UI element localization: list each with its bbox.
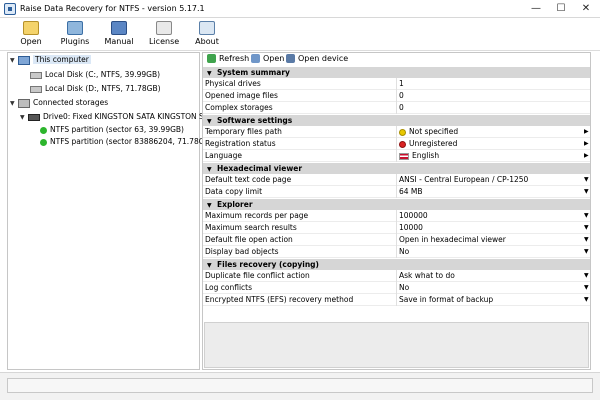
manual-button[interactable]: Manual [104,21,134,49]
property-row[interactable]: Encrypted NTFS (EFS) recovery method Save… [203,294,590,306]
open-icon [23,21,39,35]
title-bar: Raise Data Recovery for NTFS - version 5… [0,0,600,18]
section-explorer[interactable]: ▼ Explorer [203,199,590,210]
app-icon [4,3,16,15]
disk-icon [30,85,42,93]
error-status-icon [399,140,406,148]
property-row[interactable]: Temporary files path Not specified ▶ [203,126,590,138]
device-icon [286,54,295,63]
properties-panel: Refresh Open Open device ▼ System summary… [202,52,591,370]
section-software-settings[interactable]: ▼ Software settings [203,115,590,126]
chevron-right-icon[interactable]: ▶ [584,126,589,138]
tree-node-drive0[interactable]: ▼ Drive0: Fixed KINGSTON SATA KINGSTON SV… [20,112,233,123]
warning-status-icon [399,128,406,136]
property-row[interactable]: Log conflicts No ▼ [203,282,590,294]
computer-icon [18,55,30,65]
chevron-down-icon[interactable]: ▼ [584,294,589,306]
expand-icon[interactable]: ▼ [20,114,28,121]
open-item-button[interactable]: Open [251,54,284,63]
property-row[interactable]: Physical drives 1 [203,78,590,90]
property-row[interactable]: Maximum search results 10000 ▼ [203,222,590,234]
property-row[interactable]: Default text code page ANSI - Central Eur… [203,174,590,186]
chevron-right-icon[interactable]: ▶ [584,138,589,150]
tree-label-partition-1: NTFS partition (sector 63, 39.99GB) [50,125,184,134]
property-row[interactable]: Data copy limit 64 MB ▼ [203,186,590,198]
chevron-down-icon[interactable]: ▼ [584,174,589,186]
device-tree: ▼ This computer Local Disk (C:, NTFS, 39.… [7,52,233,370]
section-system-summary[interactable]: ▼ System summary [203,67,590,78]
property-row[interactable]: Registration status Unregistered ▶ [203,138,590,150]
flag-icon [399,152,409,160]
chevron-right-icon[interactable]: ▶ [584,150,589,162]
maximize-button[interactable]: ☐ [549,0,573,18]
main-toolbar: Open Plugins Manual License About [0,18,600,51]
property-row[interactable]: Display bad objects No ▼ [203,246,590,258]
partition-status-icon [40,138,47,146]
tree-node-partition-1[interactable]: NTFS partition (sector 63, 39.99GB) [40,125,184,136]
plugins-button-label: Plugins [60,37,90,46]
about-button[interactable]: About [194,21,220,49]
license-button[interactable]: License [149,21,179,49]
properties-toolbar: Refresh Open Open device [203,53,590,66]
minimize-button[interactable]: — [524,0,548,18]
storage-icon [18,98,30,108]
tree-label-connected-storages: Connected storages [33,98,109,107]
refresh-button[interactable]: Refresh [207,54,249,63]
chevron-down-icon[interactable]: ▼ [584,246,589,258]
tree-node-partition-2[interactable]: NTFS partition (sector 83886204, 71.78GB… [40,137,213,148]
license-icon [156,21,172,35]
about-button-label: About [195,37,219,46]
tree-node-disk-d[interactable]: Local Disk (D:, NTFS, 71.78GB) [30,84,161,95]
refresh-icon [207,54,216,63]
chevron-down-icon[interactable]: ▼ [584,234,589,246]
expand-icon[interactable]: ▼ [10,100,18,107]
tree-label-disk-c: Local Disk (C:, NTFS, 39.99GB) [45,70,161,79]
chevron-down-icon[interactable]: ▼ [584,270,589,282]
tree-node-this-computer[interactable]: ▼ This computer [10,55,91,66]
status-box [7,378,593,393]
property-row[interactable]: Opened image files 0 [203,90,590,102]
expand-icon[interactable]: ▼ [10,57,18,64]
property-row[interactable]: Maximum records per page 100000 ▼ [203,210,590,222]
hard-drive-icon [28,113,40,121]
license-button-label: License [149,37,180,46]
description-pane [204,322,589,368]
tree-label-partition-2: NTFS partition (sector 83886204, 71.78GB… [50,137,213,146]
folder-icon [251,54,260,63]
property-row[interactable]: Duplicate file conflict action Ask what t… [203,270,590,282]
disk-icon [30,71,42,79]
open-button-label: Open [20,37,42,46]
window-title: Raise Data Recovery for NTFS - version 5… [20,4,205,13]
open-button[interactable]: Open [18,21,44,49]
about-icon [199,21,215,35]
chevron-down-icon[interactable]: ▼ [584,222,589,234]
tree-label-disk-d: Local Disk (D:, NTFS, 71.78GB) [45,84,161,93]
chevron-down-icon[interactable]: ▼ [584,282,589,294]
chevron-down-icon[interactable]: ▼ [584,210,589,222]
section-files-recovery[interactable]: ▼ Files recovery (copying) [203,259,590,270]
partition-status-icon [40,126,47,134]
tree-label-this-computer: This computer [33,55,91,64]
status-bar [0,372,600,400]
property-row[interactable]: Default file open action Open in hexadeci… [203,234,590,246]
property-row[interactable]: Complex storages 0 [203,102,590,114]
manual-button-label: Manual [104,37,134,46]
property-row[interactable]: Language English ▶ [203,150,590,162]
tree-node-disk-c[interactable]: Local Disk (C:, NTFS, 39.99GB) [30,70,160,81]
plugins-button[interactable]: Plugins [60,21,90,49]
section-hex-viewer[interactable]: ▼ Hexadecimal viewer [203,163,590,174]
tree-node-connected-storages[interactable]: ▼ Connected storages [10,98,108,109]
close-button[interactable]: ✕ [574,0,598,18]
plugins-icon [67,21,83,35]
manual-icon [111,21,127,35]
chevron-down-icon[interactable]: ▼ [584,186,589,198]
open-device-button[interactable]: Open device [286,54,348,63]
